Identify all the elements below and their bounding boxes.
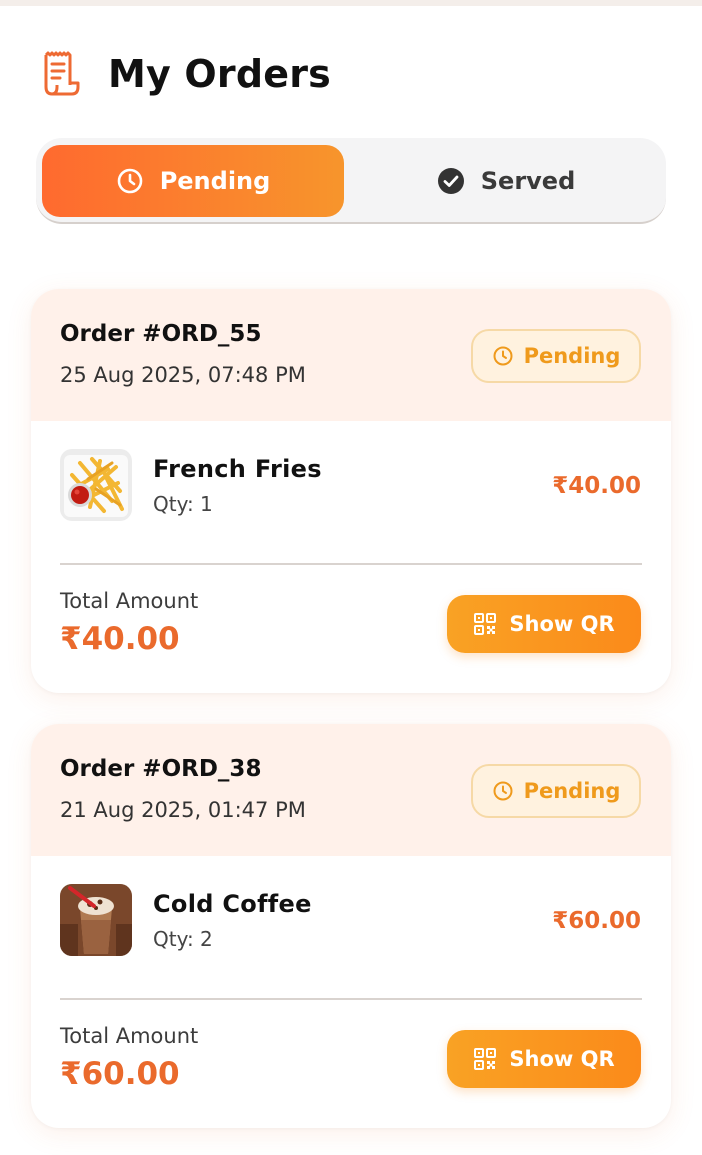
tab-served[interactable]: Served xyxy=(356,145,656,217)
check-circle-icon xyxy=(437,168,464,194)
french-fries-image xyxy=(60,449,132,521)
order-card: Order #ORD_38 21 Aug 2025, 01:47 PM Pend… xyxy=(31,724,671,1128)
order-date: 21 Aug 2025, 01:47 PM xyxy=(60,798,306,822)
status-badge: Pending xyxy=(471,764,641,818)
item-name: Cold Coffee xyxy=(153,890,312,918)
tab-pending-label: Pending xyxy=(159,167,271,195)
status-badge-label: Pending xyxy=(523,344,621,368)
item-name: French Fries xyxy=(153,455,322,483)
order-id: Order #ORD_55 xyxy=(60,321,262,347)
show-qr-button[interactable]: Show QR xyxy=(447,1030,641,1088)
total-amount: ₹40.00 xyxy=(60,621,180,657)
clock-icon xyxy=(493,781,513,801)
total-label: Total Amount xyxy=(60,1024,199,1048)
clock-icon xyxy=(493,346,513,366)
order-status-tabs: Pending Served xyxy=(36,138,666,224)
order-card: Order #ORD_55 25 Aug 2025, 07:48 PM Pend… xyxy=(31,289,671,693)
tab-pending[interactable]: Pending xyxy=(42,145,344,217)
item-price: ₹40.00 xyxy=(552,473,641,499)
show-qr-label: Show QR xyxy=(509,612,615,636)
total-label: Total Amount xyxy=(60,589,199,613)
divider xyxy=(60,998,642,1000)
clock-icon xyxy=(117,168,142,194)
page-header: My Orders xyxy=(40,48,331,100)
item-qty: Qty: 2 xyxy=(153,927,213,951)
qr-code-icon xyxy=(474,1048,497,1070)
order-id: Order #ORD_38 xyxy=(60,756,262,782)
top-edge-bar xyxy=(0,0,702,6)
item-price: ₹60.00 xyxy=(552,908,641,934)
page-title: My Orders xyxy=(108,52,331,96)
status-badge: Pending xyxy=(471,329,641,383)
status-badge-label: Pending xyxy=(523,779,621,803)
receipt-icon xyxy=(44,51,80,96)
tab-served-label: Served xyxy=(480,167,576,195)
order-date: 25 Aug 2025, 07:48 PM xyxy=(60,363,306,387)
show-qr-label: Show QR xyxy=(509,1047,615,1071)
show-qr-button[interactable]: Show QR xyxy=(447,595,641,653)
item-qty: Qty: 1 xyxy=(153,492,213,516)
divider xyxy=(60,563,642,565)
qr-code-icon xyxy=(474,613,497,635)
cold-coffee-image xyxy=(60,884,132,956)
total-amount: ₹60.00 xyxy=(60,1056,180,1092)
